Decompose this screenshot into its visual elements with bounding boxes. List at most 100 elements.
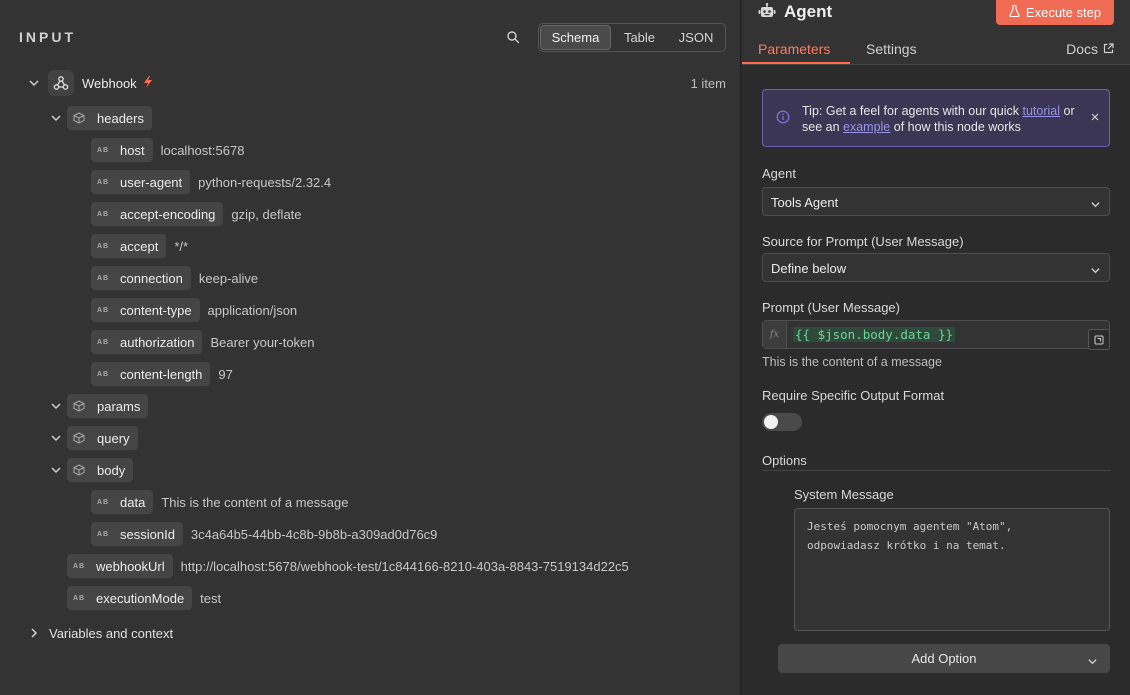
field-pill-content-length[interactable]: AB content-length [91,362,211,386]
field-pill-user-agent[interactable]: AB user-agent [91,170,191,194]
string-type-icon: AB [97,242,110,250]
expand-editor-button[interactable] [1088,329,1110,350]
field-pill-accept-encoding[interactable]: AB accept-encoding [91,202,224,226]
field-value: 97 [218,366,233,382]
field-value: */* [174,238,189,254]
field-value: This is the content of a message [161,494,349,510]
add-option-label: Add Option [911,651,977,666]
tip-suffix: of how this node works [893,120,1021,134]
field-pill-sessionid[interactable]: AB sessionId [91,522,183,546]
tab-settings[interactable]: Settings [866,41,917,57]
schema-field-row: AB content-length 97 [91,361,233,387]
example-link[interactable]: example [843,120,890,134]
field-name: content-length [120,366,203,382]
field-name: host [120,142,145,158]
field-value: gzip, deflate [231,206,302,222]
field-pill-executionmode[interactable]: AB executionMode [67,586,193,610]
node-header: Agent Execute step Parameters Settings D… [742,0,1130,65]
field-value: test [200,590,222,606]
object-icon [73,432,87,444]
agent-field-label: Agent [762,166,796,181]
field-pill-host[interactable]: AB host [91,138,153,162]
field-name: data [120,494,146,510]
chevron-down-icon[interactable] [50,432,62,444]
field-value: localhost:5678 [160,142,245,158]
field-pill-data[interactable]: AB data [91,490,154,514]
field-value: python-requests/2.32.4 [198,174,332,190]
field-pill-content-type[interactable]: AB content-type [91,298,200,322]
webhook-node-row[interactable]: Webhook 1 item [26,70,726,96]
field-name: content-type [120,302,192,318]
field-name: body [97,462,126,478]
string-type-icon: AB [97,146,110,154]
tab-parameters[interactable]: Parameters [758,41,830,57]
fx-icon: fx [763,321,787,348]
field-pill-authorization[interactable]: AB authorization [91,330,203,354]
search-icon[interactable] [506,30,522,46]
field-pill-webhookurl[interactable]: AB webhookUrl [67,554,173,578]
execute-step-button[interactable]: Execute step [996,0,1114,25]
output-format-label: Require Specific Output Format [762,388,945,403]
string-type-icon: AB [73,562,86,570]
execute-step-label: Execute step [1025,5,1102,20]
chevron-right-icon[interactable] [28,627,40,639]
field-pill-params[interactable]: params [67,394,149,418]
output-format-toggle[interactable] [762,413,802,431]
field-pill-headers[interactable]: headers [67,106,152,130]
close-icon[interactable] [1091,110,1099,124]
field-name: accept [120,238,159,254]
field-name: accept-encoding [120,206,216,222]
schema-field-row: AB connection keep-alive [91,265,258,291]
webhook-icon [48,70,74,96]
tab-json[interactable]: JSON [667,24,725,51]
schema-object-row: headers [48,105,152,131]
docs-link[interactable]: Docs [1066,41,1114,57]
prompt-expression-field[interactable]: fx {{ $json.body.data }} [762,320,1110,350]
string-type-icon: AB [97,338,110,346]
add-option-button[interactable]: Add Option [778,644,1110,673]
schema-field-row: AB accept */* [91,233,188,259]
tip-prefix: Tip: Get a feel for agents with our quic… [802,104,1020,118]
field-value: http://localhost:5678/webhook-test/1c844… [180,558,629,574]
toggle-knob [764,415,778,429]
node-name: Webhook [82,75,137,91]
robot-icon [758,3,776,24]
docs-label: Docs [1066,41,1098,57]
prompt-expression[interactable]: {{ $json.body.data }} [793,327,956,342]
field-pill-query[interactable]: query [67,426,138,450]
field-pill-body[interactable]: body [67,458,134,482]
field-name: webhookUrl [96,558,165,574]
agent-select[interactable]: Tools Agent [762,187,1110,216]
active-tab-indicator [742,62,850,64]
chevron-down-icon[interactable] [50,464,62,476]
schema-field-row: AB data This is the content of a message [91,489,348,515]
schema-field-row: AB webhookUrl http://localhost:5678/webho… [67,553,629,579]
source-select[interactable]: Define below [762,253,1110,282]
chevron-down-icon[interactable] [50,112,62,124]
external-link-icon [1103,41,1114,57]
prompt-field-label: Prompt (User Message) [762,300,900,315]
info-icon [776,110,790,129]
string-type-icon: AB [97,306,110,314]
system-message-label: System Message [794,487,894,502]
chevron-down-icon[interactable] [28,77,40,89]
tutorial-link[interactable]: tutorial [1023,104,1061,118]
field-name: query [97,430,130,446]
field-name: authorization [120,334,195,350]
item-count: 1 item [690,75,726,91]
system-message-textarea[interactable]: Jesteś pomocnym agentem "Atom", odpowiad… [794,508,1110,631]
tab-table[interactable]: Table [612,24,667,51]
options-label: Options [762,453,807,468]
variables-context-row[interactable]: Variables and context [26,620,173,646]
schema-field-row: AB user-agent python-requests/2.32.4 [91,169,331,195]
field-pill-accept[interactable]: AB accept [91,234,167,258]
chevron-down-icon[interactable] [50,400,62,412]
string-type-icon: AB [97,498,110,506]
tab-schema[interactable]: Schema [540,25,611,50]
schema-object-row: query [48,425,138,451]
string-type-icon: AB [97,370,110,378]
field-name: sessionId [120,526,175,542]
source-select-value: Define below [771,261,847,276]
field-pill-connection[interactable]: AB connection [91,266,191,290]
field-name: headers [97,110,144,126]
